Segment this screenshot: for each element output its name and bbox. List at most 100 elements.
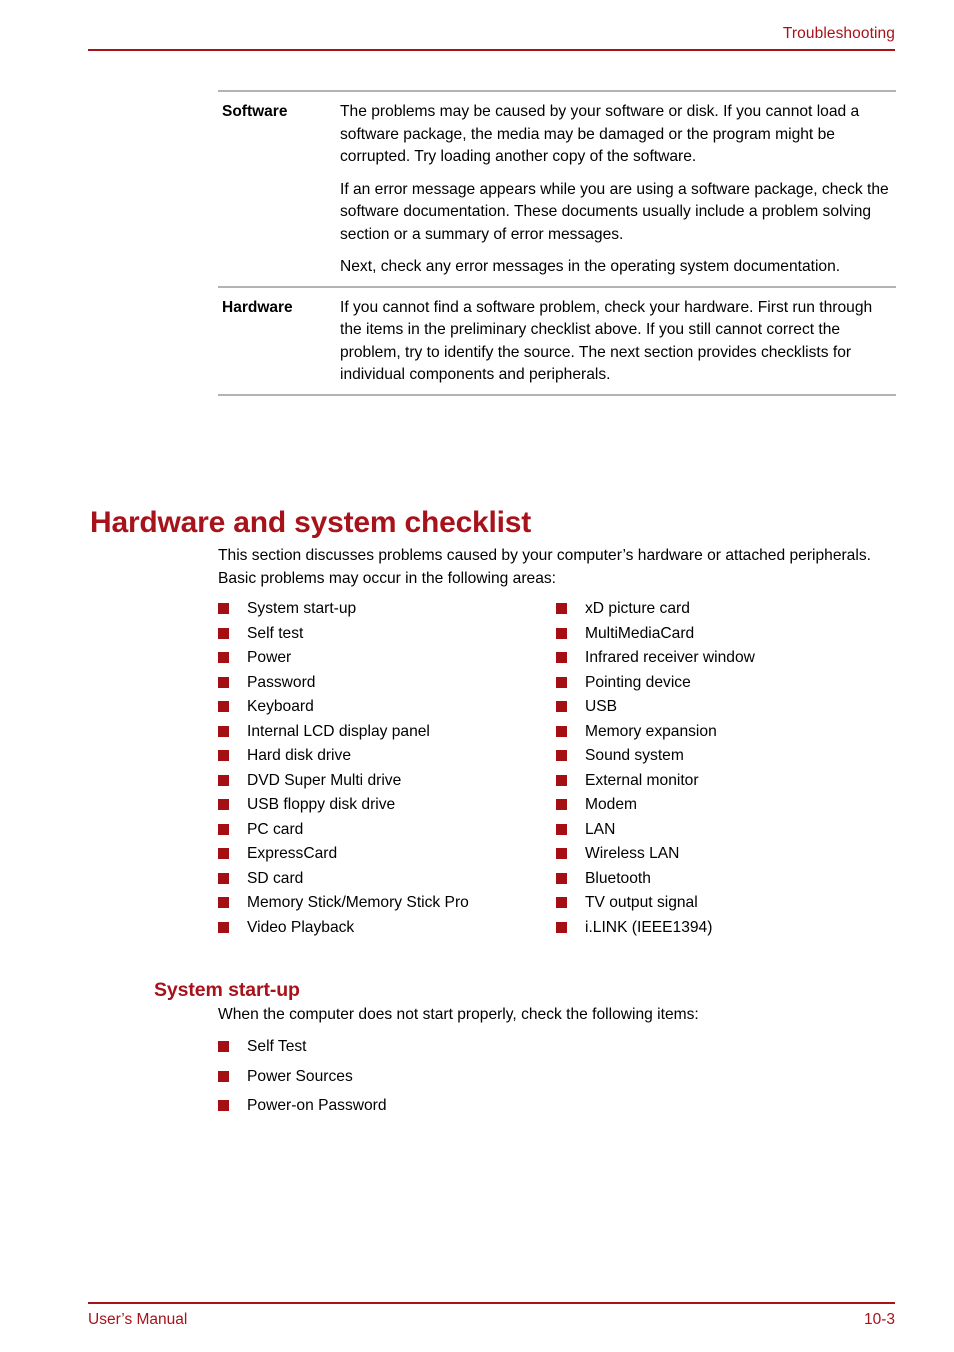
bullet-square-icon xyxy=(218,701,229,712)
bullet-square-icon xyxy=(218,799,229,810)
document-page: Troubleshooting Software The problems ma… xyxy=(0,0,954,1352)
bullet-square-icon xyxy=(556,701,567,712)
bullet-square-icon xyxy=(556,872,567,884)
header-divider xyxy=(88,49,895,51)
bullet-square-icon xyxy=(218,823,229,835)
subsection-checklist: Self Test Power Sources Power-on Password xyxy=(218,1032,718,1121)
list-item: External monitor xyxy=(556,769,894,794)
list-item: Wireless LAN xyxy=(556,842,894,867)
subsection-intro: When the computer does not start properl… xyxy=(218,1006,699,1023)
list-item: USB floppy disk drive xyxy=(218,793,556,818)
list-item: DVD Super Multi drive xyxy=(218,769,556,794)
list-item: Keyboard xyxy=(218,695,556,720)
list-item-label: Memory Stick/Memory Stick Pro xyxy=(247,894,469,911)
page-footer: User’s Manual 10-3 xyxy=(88,1302,895,1330)
paragraph: If an error message appears while you ar… xyxy=(340,180,889,243)
bullet-square-icon xyxy=(218,774,229,786)
table-desc-software: The problems may be caused by your softw… xyxy=(340,101,896,279)
bullet-square-icon xyxy=(556,603,567,614)
bullet-square-icon xyxy=(556,921,567,933)
list-item-label: Infrared receiver window xyxy=(585,649,755,666)
list-item: System start-up xyxy=(218,597,556,622)
table-row: Software The problems may be caused by y… xyxy=(218,92,896,286)
paragraph: If you cannot find a software problem, c… xyxy=(340,298,873,384)
bullet-square-icon xyxy=(218,1100,229,1111)
table-term-software: Software xyxy=(222,103,288,120)
list-item-label: Modem xyxy=(585,796,637,813)
list-item-label: Internal LCD display panel xyxy=(247,722,430,740)
subsection-heading: System start-up xyxy=(154,979,300,1002)
section-intro: This section discusses problems caused b… xyxy=(218,547,871,587)
bullet-square-icon xyxy=(556,676,567,688)
list-item-label: DVD Super Multi drive xyxy=(247,771,402,789)
bullet-square-icon xyxy=(556,652,567,663)
list-item-label: SD card xyxy=(247,869,304,887)
list-item-label: Hard disk drive xyxy=(247,747,351,764)
list-item-label: xD picture card xyxy=(585,600,690,617)
paragraph: Next, check any error messages in the op… xyxy=(340,258,841,275)
table-rule-bottom xyxy=(218,393,896,396)
list-item: Self Test xyxy=(218,1032,718,1062)
bullet-square-icon xyxy=(556,725,567,737)
list-item: i.LINK (IEEE1394) xyxy=(556,916,894,941)
list-item: Pointing device xyxy=(556,671,894,696)
checklist-column-left: System start-up Self test Power Password Key… xyxy=(218,597,556,940)
bullet-square-icon xyxy=(556,848,567,859)
list-item: Video Playback xyxy=(218,916,556,941)
bullet-square-icon xyxy=(218,652,229,663)
list-item-label: USB floppy disk drive xyxy=(247,796,396,813)
list-item: Modem xyxy=(556,793,894,818)
page-header: Troubleshooting xyxy=(88,24,895,51)
footer-divider xyxy=(88,1302,895,1304)
bullet-square-icon xyxy=(218,897,229,908)
list-item-label: PC card xyxy=(247,820,304,838)
checklist-grid: System start-up Self test Power Password Key… xyxy=(218,597,908,940)
list-item-label: Bluetooth xyxy=(585,869,651,887)
list-item: Power Sources xyxy=(218,1062,718,1092)
bullet-square-icon xyxy=(218,603,229,614)
list-item: Self test xyxy=(218,622,556,647)
bullet-square-icon xyxy=(556,897,567,908)
list-item-label: Power xyxy=(247,649,292,666)
list-item-label: ExpressCard xyxy=(247,845,338,862)
list-item: Power xyxy=(218,646,556,671)
bullet-square-icon xyxy=(556,774,567,786)
list-item: SD card xyxy=(218,867,556,892)
list-item-label: Memory expansion xyxy=(585,722,717,740)
list-item-label: TV output signal xyxy=(585,894,698,911)
section-heading: Hardware and system checklist xyxy=(90,506,532,540)
footer-manual-label: User’s Manual xyxy=(88,1311,188,1328)
list-item-label: Pointing device xyxy=(585,673,691,691)
list-item-label: Wireless LAN xyxy=(585,845,680,862)
list-item-label: System start-up xyxy=(247,600,357,617)
list-item: USB xyxy=(556,695,894,720)
bullet-square-icon xyxy=(218,872,229,884)
bullet-square-icon xyxy=(218,750,229,761)
list-item: Internal LCD display panel xyxy=(218,720,556,745)
list-item: Memory expansion xyxy=(556,720,894,745)
footer-line: User’s Manual 10-3 xyxy=(88,1310,895,1330)
header-title: Troubleshooting xyxy=(782,25,895,42)
list-item-label: Keyboard xyxy=(247,698,314,715)
bullet-square-icon xyxy=(218,1070,229,1082)
list-item: PC card xyxy=(218,818,556,843)
bullet-square-icon xyxy=(556,627,567,639)
bullet-square-icon xyxy=(218,921,229,933)
list-item: MultiMediaCard xyxy=(556,622,894,647)
list-item-label: i.LINK (IEEE1394) xyxy=(585,918,713,936)
bullet-square-icon xyxy=(218,725,229,737)
list-item-label: Password xyxy=(247,673,316,691)
table-desc-hardware: If you cannot find a software problem, c… xyxy=(340,297,896,387)
list-item: Bluetooth xyxy=(556,867,894,892)
footer-page-number: 10-3 xyxy=(863,1311,895,1328)
list-item: Sound system xyxy=(556,744,894,769)
list-item-label: Self Test xyxy=(247,1038,307,1055)
list-item-label: USB xyxy=(585,698,618,715)
list-item-label: Sound system xyxy=(585,747,684,764)
list-item: LAN xyxy=(556,818,894,843)
list-item-label: External monitor xyxy=(585,771,699,789)
list-item: Infrared receiver window xyxy=(556,646,894,671)
bullet-square-icon xyxy=(218,1041,229,1052)
bullet-square-icon xyxy=(218,848,229,859)
list-item: Memory Stick/Memory Stick Pro xyxy=(218,891,556,916)
